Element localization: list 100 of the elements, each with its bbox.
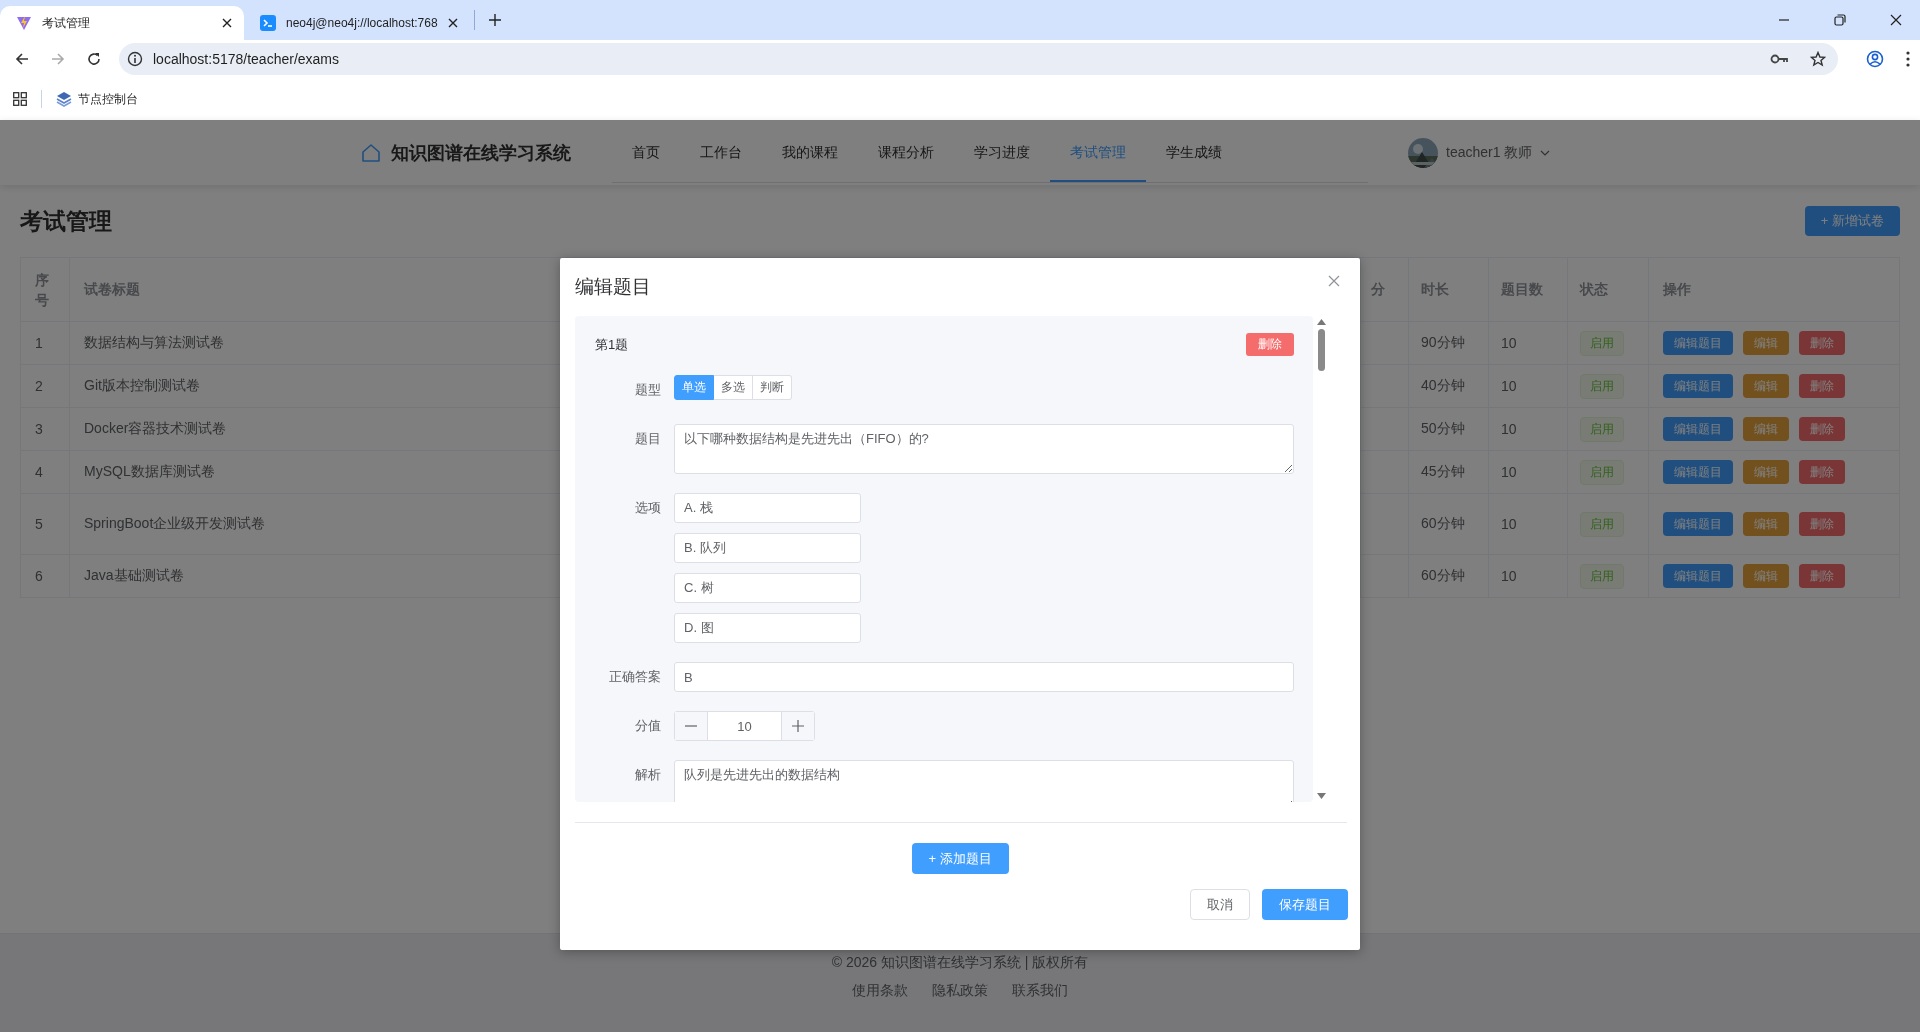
scroll-thumb[interactable] [1318, 329, 1325, 371]
type-option[interactable]: 判断 [753, 375, 792, 400]
nav-item[interactable]: 考试管理 [1050, 122, 1146, 182]
option-field[interactable]: B. 队列 [674, 533, 861, 563]
field-label: 题目 [634, 430, 662, 448]
plus-icon[interactable] [489, 14, 501, 26]
table-cell: Java基础测试卷 [84, 567, 184, 585]
action-button[interactable]: 编辑 [1743, 564, 1789, 588]
table-cell: 6 [35, 568, 43, 584]
action-button[interactable]: 编辑题目 [1663, 512, 1733, 536]
nav-item[interactable]: 我的课程 [762, 122, 858, 182]
answer-field[interactable]: B [674, 662, 1294, 692]
table-cell: 3 [35, 421, 43, 437]
url-text: localhost:5178/teacher/exams [153, 51, 339, 67]
add-question-button[interactable]: + 添加题目 [911, 843, 1009, 874]
table-cell: 50分钟 [1421, 420, 1465, 438]
close-icon[interactable] [222, 18, 232, 28]
question-heading: 第1题 [595, 335, 629, 354]
address-bar[interactable]: localhost:5178/teacher/exams [119, 43, 1838, 75]
new-exam-button[interactable]: + 新增试卷 [1804, 206, 1900, 236]
browser-tab[interactable]: neo4j@neo4j://localhost:768 [244, 6, 470, 40]
info-icon[interactable] [127, 51, 143, 67]
action-button[interactable]: 编辑 [1743, 331, 1789, 355]
status-tag: 启用 [1580, 459, 1624, 485]
action-button[interactable]: 删除 [1799, 417, 1845, 441]
status-tag: 启用 [1580, 373, 1624, 399]
option-field[interactable]: A. 栈 [674, 493, 861, 523]
layers-icon [56, 91, 72, 107]
option-field[interactable]: D. 图 [674, 613, 861, 643]
action-button[interactable]: 删除 [1799, 512, 1845, 536]
action-button[interactable]: 删除 [1799, 460, 1845, 484]
close-icon[interactable] [1890, 14, 1902, 26]
footer-link[interactable]: 联系我们 [1012, 982, 1068, 1000]
field-label: 解析 [634, 766, 662, 784]
scroll-down-icon[interactable] [1317, 793, 1326, 799]
action-button[interactable]: 编辑题目 [1663, 460, 1733, 484]
type-option[interactable]: 单选 [674, 375, 714, 400]
action-button[interactable]: 编辑 [1743, 460, 1789, 484]
restore-icon[interactable] [1834, 14, 1846, 26]
delete-button[interactable]: 删除 [1246, 333, 1294, 356]
action-button[interactable]: 删除 [1799, 331, 1845, 355]
house-icon [361, 142, 381, 163]
caret-icon[interactable] [1540, 149, 1551, 156]
bookmark[interactable]: 节点控制台 [56, 90, 138, 108]
star-icon[interactable] [1810, 51, 1826, 67]
footer-link[interactable]: 使用条款 [852, 982, 908, 1000]
back-arrow-icon[interactable] [15, 52, 29, 66]
terminal-icon [260, 15, 276, 31]
action-button[interactable]: 编辑 [1743, 512, 1789, 536]
type-option[interactable]: 多选 [714, 375, 753, 400]
action-button[interactable]: 编辑题目 [1663, 564, 1733, 588]
table-cell: 10 [1501, 464, 1517, 480]
table-cell: 10 [1501, 516, 1517, 532]
cancel-button[interactable]: 取消 [1190, 889, 1250, 920]
status-tag: 启用 [1580, 416, 1624, 442]
action-button[interactable]: 编辑 [1743, 417, 1789, 441]
profile-icon[interactable] [1866, 50, 1884, 68]
table-cell: 45分钟 [1421, 463, 1465, 481]
reload-icon[interactable] [87, 52, 101, 66]
table-cell: Git版本控制测试卷 [84, 377, 200, 395]
table-cell: 40分钟 [1421, 377, 1465, 395]
status-tag: 启用 [1580, 330, 1624, 356]
table-cell: 4 [35, 464, 43, 480]
save-button[interactable]: 保存题目 [1262, 889, 1348, 920]
table-cell: SpringBoot企业级开发测试卷 [84, 515, 266, 533]
table-cell: MySQL数据库测试卷 [84, 463, 215, 481]
nav-item[interactable]: 工作台 [680, 122, 762, 182]
more-icon[interactable] [1906, 51, 1910, 67]
table-cell: 1 [35, 335, 43, 351]
user-name[interactable]: teacher1 教师 [1446, 143, 1533, 162]
table-cell: 60分钟 [1421, 515, 1465, 533]
nav-item[interactable]: 首页 [612, 122, 680, 182]
action-button[interactable]: 编辑题目 [1663, 374, 1733, 398]
action-button[interactable]: 删除 [1799, 374, 1845, 398]
text-area[interactable]: 以下哪种数据结构是先进先出（FIFO）的? [674, 424, 1294, 474]
tab-title: 考试管理 [42, 14, 91, 32]
footer-link[interactable]: 隐私政策 [932, 982, 988, 1000]
field-label: 题型 [634, 381, 662, 399]
action-button[interactable]: 编辑 [1743, 374, 1789, 398]
browser-tab[interactable]: 考试管理 [0, 6, 244, 40]
option-field[interactable]: C. 树 [674, 573, 861, 603]
scroll-up-icon[interactable] [1317, 319, 1326, 325]
action-button[interactable]: 删除 [1799, 564, 1845, 588]
table-cell: 60分钟 [1421, 567, 1465, 585]
nav-item[interactable]: 学习进度 [954, 122, 1050, 182]
close-icon[interactable] [448, 18, 458, 28]
nav-item[interactable]: 课程分析 [858, 122, 954, 182]
table-cell: 数据结构与算法测试卷 [84, 334, 224, 352]
table-cell: 5 [35, 516, 43, 532]
action-button[interactable]: 编辑题目 [1663, 417, 1733, 441]
text-area[interactable]: 队列是先进先出的数据结构 [674, 760, 1294, 802]
table-cell: 90分钟 [1421, 334, 1465, 352]
tab-title: neo4j@neo4j://localhost:768 [286, 16, 438, 30]
status-tag: 启用 [1580, 511, 1624, 537]
field-label: 选项 [634, 499, 662, 517]
table-cell: 2 [35, 378, 43, 394]
apps-grid-icon[interactable] [13, 92, 27, 106]
action-button[interactable]: 编辑题目 [1663, 331, 1733, 355]
nav-item[interactable]: 学生成绩 [1146, 122, 1242, 182]
key-icon[interactable] [1770, 53, 1788, 65]
